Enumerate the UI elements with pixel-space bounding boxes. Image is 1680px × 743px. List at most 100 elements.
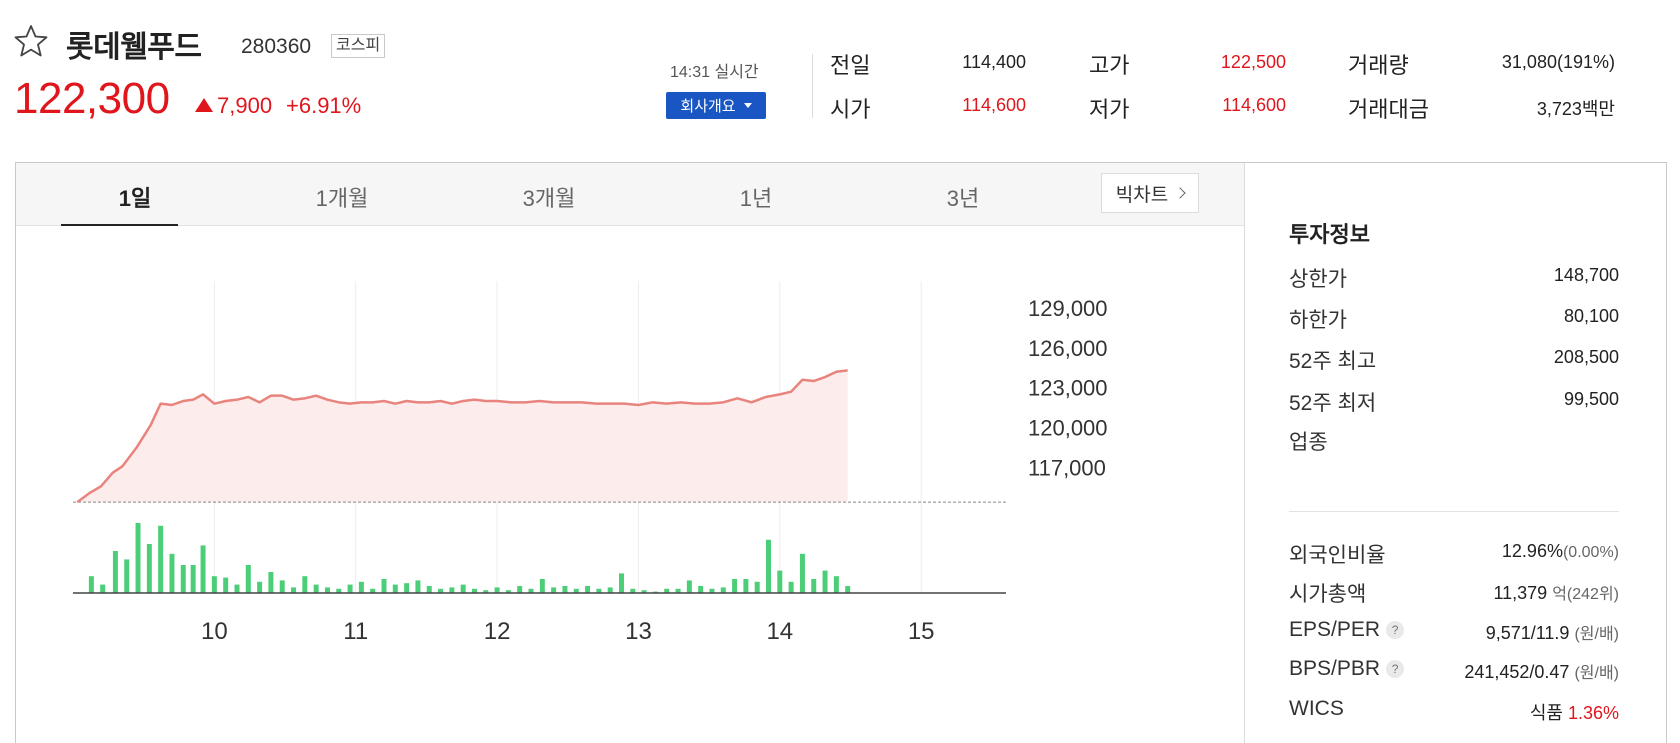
- stock-code: 280360: [241, 35, 312, 58]
- high-value: 122,500: [1220, 52, 1286, 72]
- volume-bar-0: [88, 576, 94, 593]
- low-label: 저가: [1089, 97, 1130, 122]
- sector-label: 업종: [1289, 431, 1328, 454]
- company-overview-label: 회사개요: [680, 98, 736, 115]
- volume-bar-64: [811, 579, 817, 593]
- tab-1year[interactable]: 1년: [696, 181, 816, 213]
- volume-bar-33: [460, 584, 466, 593]
- volume-bar-62: [788, 581, 794, 593]
- volume-bar-12: [223, 577, 229, 593]
- eps-per-row: EPS/PER? 9,571/11.9 (원/배): [1289, 618, 1619, 646]
- tab-3month[interactable]: 3개월: [489, 181, 609, 213]
- lower-limit-row: 하한가 80,100: [1289, 304, 1619, 332]
- volume-bar-6: [158, 525, 164, 593]
- volume-bar-59: [754, 581, 760, 593]
- volume-bar-27: [392, 584, 398, 593]
- bps-pbr-row: BPS/PBR? 241,452/0.47 (원/배): [1289, 657, 1619, 685]
- volume-bar-24: [358, 581, 364, 593]
- lower-limit-value: 80,100: [1563, 306, 1619, 326]
- volume-label: 거래량: [1348, 53, 1409, 78]
- up-arrow-icon: [195, 97, 213, 112]
- chart-panel: 1일 1개월 3개월 1년 3년 빅차트 129,000 126,000 123,0…: [15, 162, 1667, 743]
- volume-bar-65: [822, 570, 828, 593]
- x-tick-label-0: 10: [201, 618, 228, 645]
- volume-bar-8: [180, 565, 186, 593]
- period-tabs: 1일 1개월 3개월 1년 3년 빅차트: [16, 163, 1244, 226]
- intraday-chart: 129,000 126,000 123,000 120,000 117,000 10 11 1…: [73, 281, 1108, 645]
- volume-bar-41: [551, 587, 557, 593]
- change-rate: +6.91%: [286, 93, 362, 118]
- help-icon[interactable]: ?: [1386, 621, 1405, 639]
- volume-bar-15: [257, 581, 263, 593]
- low-value: 114,600: [1222, 95, 1286, 115]
- volume-bar-14: [245, 565, 251, 593]
- bps-pbr-value: 241,452/0.47 (원/배): [1464, 662, 1619, 682]
- volume-bar-60: [766, 539, 772, 593]
- price-area-fill: [77, 370, 848, 503]
- company-overview-button[interactable]: 회사개요: [666, 92, 766, 119]
- volume-bar-46: [607, 587, 613, 593]
- volume-bar-29: [415, 580, 421, 593]
- info-divider: [1289, 511, 1619, 512]
- current-price: 122,300: [14, 74, 170, 123]
- volume-bar-16: [268, 572, 274, 593]
- realtime-label: 14:31 실시간: [670, 64, 759, 81]
- upper-limit-value: 148,700: [1553, 265, 1619, 285]
- volume-bar-11: [211, 576, 217, 593]
- x-tick-label-1: 11: [343, 618, 368, 645]
- volume-bar-53: [686, 580, 692, 593]
- stock-name: 롯데웰푸드: [66, 31, 202, 64]
- y-tick-label-2: 123,000: [1028, 376, 1108, 401]
- volume-bar-63: [799, 553, 805, 593]
- volume-bar-44: [585, 586, 591, 593]
- volume-bar-21: [324, 587, 330, 593]
- market-cap-row: 시가총액 11,379 억(242위): [1289, 578, 1619, 606]
- volume-bar-23: [347, 584, 353, 593]
- volume-bar-67: [845, 586, 851, 593]
- panel-divider: [1244, 163, 1245, 743]
- market-badge: 코스피: [331, 34, 386, 58]
- open-label: 시가: [830, 97, 871, 122]
- volume-bar-38: [517, 586, 523, 593]
- wics-value: 식품 1.36%: [1529, 703, 1619, 723]
- wics-label: WICS: [1289, 697, 1344, 720]
- info-title: 투자정보: [1289, 222, 1370, 247]
- high-label: 고가: [1089, 53, 1130, 78]
- volume-bar-13: [234, 584, 240, 593]
- tab-1day[interactable]: 1일: [75, 181, 195, 213]
- tab-1month[interactable]: 1개월: [282, 181, 402, 213]
- chevron-right-icon: [1174, 187, 1186, 199]
- header-divider: [812, 54, 813, 118]
- x-tick-label-5: 15: [908, 618, 935, 645]
- foreign-ratio-row: 외국인비율 12.96%(0.00%): [1289, 539, 1619, 567]
- x-tick-label-4: 14: [766, 618, 793, 645]
- open-value: 114,600: [962, 95, 1026, 115]
- upper-limit-label: 상한가: [1289, 268, 1347, 291]
- market-cap-label: 시가총액: [1289, 583, 1367, 606]
- week52-low-value: 99,500: [1563, 389, 1619, 409]
- volume-bar-26: [381, 579, 387, 593]
- volume-bar-19: [302, 576, 308, 593]
- upper-limit-row: 상한가 148,700: [1289, 263, 1619, 291]
- x-tick-label-3: 13: [625, 618, 652, 645]
- volume-bar-17: [279, 580, 285, 593]
- week52-high-label: 52주 최고: [1289, 350, 1377, 373]
- prev-close-value: 114,400: [962, 52, 1026, 72]
- volume-bar-54: [698, 586, 704, 593]
- change-value: 7,900: [217, 93, 273, 118]
- favorite-star-icon[interactable]: [14, 24, 48, 58]
- foreign-ratio-label: 외국인비율: [1289, 544, 1386, 567]
- help-icon[interactable]: ?: [1386, 660, 1405, 678]
- tab-3year[interactable]: 3년: [903, 181, 1023, 213]
- y-tick-label-4: 117,000: [1028, 456, 1106, 481]
- volume-bar-7: [169, 553, 175, 593]
- volume-bar-1: [100, 584, 106, 593]
- volume-bar-5: [146, 544, 152, 593]
- volume-bar-30: [426, 586, 432, 593]
- wics-row: WICS 식품 1.36%: [1289, 697, 1619, 725]
- eps-per-value: 9,571/11.9 (원/배): [1485, 623, 1619, 643]
- x-tick-label-2: 12: [484, 618, 511, 645]
- volume-bar-32: [449, 587, 455, 593]
- volume-bar-42: [562, 586, 568, 593]
- big-chart-button[interactable]: 빅차트: [1101, 173, 1199, 213]
